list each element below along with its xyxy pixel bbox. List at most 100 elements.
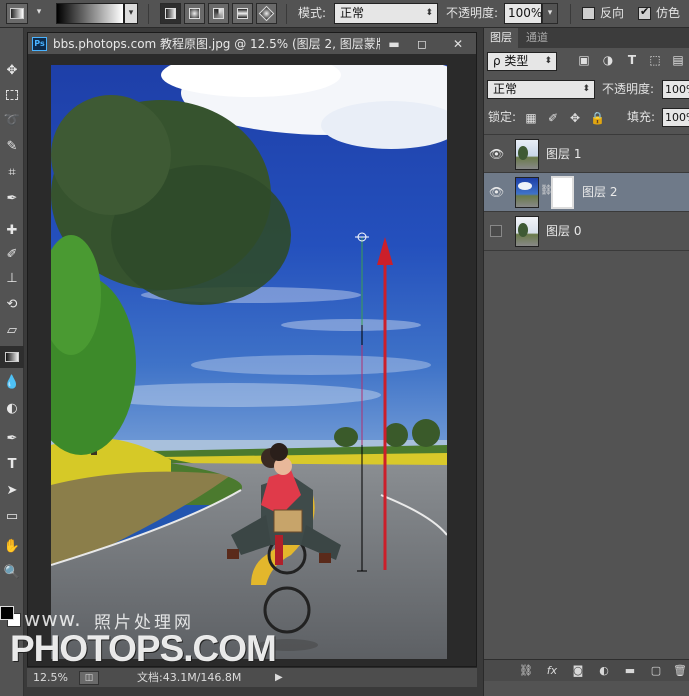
diamond-gradient-button[interactable]	[256, 3, 277, 24]
fill-input[interactable]: 100%	[662, 108, 689, 127]
panel-tab-bar: 图层 通道	[484, 28, 689, 48]
linear-gradient-button[interactable]	[160, 3, 181, 24]
eyedropper-tool-icon[interactable]: ✒	[0, 188, 24, 210]
layer-name: 图层 2	[582, 185, 618, 199]
healing-brush-tool-icon[interactable]: ✚	[0, 220, 24, 242]
layer-mask-thumbnail[interactable]	[551, 176, 574, 209]
options-bar: ▾ ▾ 模式: 正常 ⬍ 不透明度: 100% ▾ 反向 仿色	[0, 0, 689, 28]
chevron-updown-icon: ⬍	[582, 84, 590, 94]
shape-tool-icon[interactable]: ▭	[0, 506, 24, 528]
chevron-updown-icon: ⬍	[425, 8, 433, 18]
tab-channels[interactable]: 通道	[520, 28, 554, 48]
reflected-gradient-button[interactable]	[232, 3, 253, 24]
blend-mode-select[interactable]: 正常 ⬍	[487, 80, 595, 99]
layer-thumbnail	[515, 216, 539, 247]
layers-panel-footer: ⛓ fx ◙ ◐ ▬ ▢ 🗑	[484, 659, 689, 681]
mask-link-icon[interactable]: ⛓	[540, 185, 553, 199]
pen-tool-icon[interactable]: ✒	[0, 428, 24, 450]
pixel-filter-icon[interactable]: ▣	[576, 52, 592, 68]
visibility-eye-icon[interactable]: 👁	[489, 185, 504, 199]
move-tool-icon[interactable]: ✥	[0, 60, 24, 82]
mask-icon[interactable]: ◙	[570, 663, 586, 679]
type-tool-icon[interactable]: T	[0, 454, 24, 476]
mode-label: 模式:	[298, 6, 327, 20]
opacity-slider-arrow[interactable]: ▾	[542, 3, 558, 24]
blend-mode-value: 正常	[493, 82, 518, 96]
layer-row-1[interactable]: 👁 图层 1	[484, 134, 689, 173]
radial-gradient-button[interactable]	[184, 3, 205, 24]
angle-gradient-button[interactable]	[208, 3, 229, 24]
lock-all-icon[interactable]: 🔒	[590, 111, 605, 125]
status-info-icon[interactable]: ◫	[79, 671, 99, 685]
layer-row-0[interactable]: 图层 0	[484, 212, 689, 251]
quick-select-tool-icon[interactable]: ✎	[0, 136, 24, 158]
dither-checkbox[interactable]	[638, 5, 651, 20]
type-filter-icon[interactable]: T	[624, 52, 640, 68]
fx-icon[interactable]: fx	[544, 663, 560, 679]
crop-tool-icon[interactable]: ⌗	[0, 162, 24, 184]
preset-dropdown-arrow[interactable]: ▾	[32, 5, 46, 22]
minimize-button[interactable]: ▬	[380, 36, 408, 52]
document-tab[interactable]: Ps bbs.photops.com 教程原图.jpg @ 12.5% (图层 …	[28, 33, 476, 55]
lock-transparent-icon[interactable]: ▦	[524, 111, 538, 125]
reverse-checkbox[interactable]	[582, 7, 595, 20]
visibility-eye-icon[interactable]: 👁	[489, 147, 504, 161]
layer-name: 图层 0	[546, 224, 582, 238]
maximize-button[interactable]: ◻	[408, 36, 436, 52]
link-icon[interactable]: ⛓	[518, 663, 534, 679]
photoshop-icon: Ps	[32, 37, 47, 51]
layer-filter-select[interactable]: ρ 类型 ⬍	[487, 52, 557, 71]
status-menu-arrow-icon[interactable]: ▶	[275, 668, 283, 688]
zoom-level[interactable]: 12.5%	[33, 668, 68, 688]
layer-filter-value: ρ 类型	[493, 54, 529, 68]
lock-pixels-icon[interactable]: ✐	[546, 111, 560, 125]
lock-position-icon[interactable]: ✥	[568, 111, 582, 125]
hand-tool-icon[interactable]: ✋	[0, 536, 24, 558]
status-bar: 12.5% ◫ 文档:43.1M/146.8M ▶	[27, 667, 477, 687]
foreground-color-swatch[interactable]	[0, 606, 14, 620]
gradient-editor-swatch[interactable]	[56, 3, 124, 24]
layer-name: 图层 1	[546, 147, 582, 161]
opacity-input[interactable]: 100%	[504, 3, 542, 24]
mode-select-value: 正常	[340, 6, 365, 20]
dither-label: 仿色	[656, 6, 681, 20]
brush-tool-icon[interactable]: ✐	[0, 244, 24, 266]
layer-thumbnail	[515, 139, 539, 170]
close-button[interactable]: ✕	[444, 36, 472, 52]
marquee-tool-icon[interactable]	[0, 84, 24, 106]
trash-icon[interactable]: 🗑	[672, 663, 688, 679]
smart-object-filter-icon[interactable]: ▤	[670, 52, 686, 68]
history-brush-tool-icon[interactable]: ⟲	[0, 294, 24, 316]
watermark-line2: PHOTOPS.COM	[10, 628, 277, 669]
blur-tool-icon[interactable]: 💧	[0, 372, 24, 394]
layers-panel: 图层 通道 ρ 类型 ⬍ ▣ ◑ T ⬚ ▤ 正常 ⬍ 不透明度: 100% 锁定:…	[483, 28, 689, 696]
group-icon[interactable]: ▬	[622, 663, 638, 679]
gradient-tool-preset-icon[interactable]	[6, 3, 28, 24]
doc-size-info: 文档:43.1M/146.8M	[137, 671, 242, 684]
eraser-tool-icon[interactable]: ▱	[0, 320, 24, 342]
opacity-label: 不透明度:	[446, 6, 499, 20]
clone-stamp-tool-icon[interactable]: ⊥	[0, 268, 24, 290]
visibility-toggle-off[interactable]	[490, 225, 502, 237]
adjustment-filter-icon[interactable]: ◑	[600, 52, 616, 68]
layer-thumbnail	[515, 177, 539, 208]
adjustment-icon[interactable]: ◐	[596, 663, 612, 679]
reverse-label: 反向	[600, 6, 625, 20]
dodge-tool-icon[interactable]: ◐	[0, 398, 24, 420]
image-canvas[interactable]	[51, 65, 447, 659]
layer-opacity-label: 不透明度:	[602, 82, 655, 96]
tab-layers[interactable]: 图层	[484, 28, 518, 48]
zoom-tool-icon[interactable]: 🔍	[0, 562, 24, 584]
gradient-picker-arrow[interactable]: ▾	[124, 3, 138, 24]
gradient-tool-icon[interactable]	[0, 346, 24, 368]
layer-row-2[interactable]: 👁 ⛓ 图层 2	[484, 173, 689, 212]
fill-label: 填充:	[627, 110, 656, 124]
mode-select[interactable]: 正常 ⬍	[334, 3, 438, 24]
lock-label: 锁定:	[488, 110, 517, 124]
path-select-tool-icon[interactable]: ➤	[0, 480, 24, 502]
layer-opacity-input[interactable]: 100%	[662, 80, 689, 99]
lasso-tool-icon[interactable]: ➰	[0, 110, 24, 132]
new-layer-icon[interactable]: ▢	[648, 663, 664, 679]
shape-filter-icon[interactable]: ⬚	[647, 52, 663, 68]
document-title: bbs.photops.com 教程原图.jpg @ 12.5% (图层 2, …	[53, 37, 400, 51]
